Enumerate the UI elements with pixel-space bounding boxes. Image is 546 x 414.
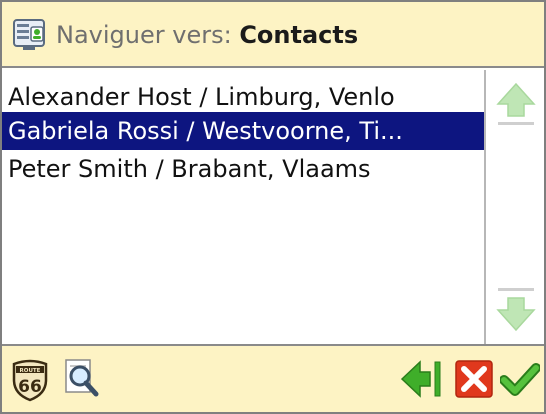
dialog-toolbar: ROUTE 66	[2, 344, 544, 412]
list-item[interactable]: Peter Smith / Brabant, Vlaams	[2, 150, 484, 188]
list-item-label: Gabriela Rossi / Westvoorne, Ti...	[8, 117, 403, 145]
route-badge-number: 66	[18, 377, 42, 397]
dialog-title: Naviguer vers: Contacts	[56, 2, 358, 68]
cancel-x-icon[interactable]	[454, 358, 494, 400]
dialog-header: Naviguer vers: Contacts	[2, 2, 544, 68]
list-item-label: Alexander Host / Limburg, Venlo	[8, 83, 395, 111]
contact-list-icon	[13, 19, 45, 50]
title-destination: Contacts	[239, 21, 359, 49]
navigate-dialog: Naviguer vers: Contacts Alexander Host /…	[0, 0, 546, 414]
scroll-up-arrow-icon[interactable]	[494, 80, 538, 132]
list-item-label: Peter Smith / Brabant, Vlaams	[8, 155, 371, 183]
scroll-down-arrow-icon[interactable]	[494, 284, 538, 336]
list-item[interactable]: Alexander Host / Limburg, Venlo	[2, 78, 484, 116]
checkmark-icon[interactable]	[500, 360, 540, 398]
back-arrow-icon[interactable]	[400, 358, 446, 400]
route-badge-top-text: ROUTE	[20, 368, 41, 374]
contact-list: Alexander Host / Limburg, Venlo Gabriela…	[2, 70, 484, 344]
route-66-icon[interactable]: ROUTE 66	[10, 358, 50, 402]
title-prefix: Naviguer vers:	[56, 21, 232, 49]
magnifier-icon[interactable]	[62, 356, 102, 402]
list-item-selected[interactable]: Gabriela Rossi / Westvoorne, Ti...	[2, 112, 484, 150]
list-scrollbar[interactable]	[484, 70, 544, 344]
